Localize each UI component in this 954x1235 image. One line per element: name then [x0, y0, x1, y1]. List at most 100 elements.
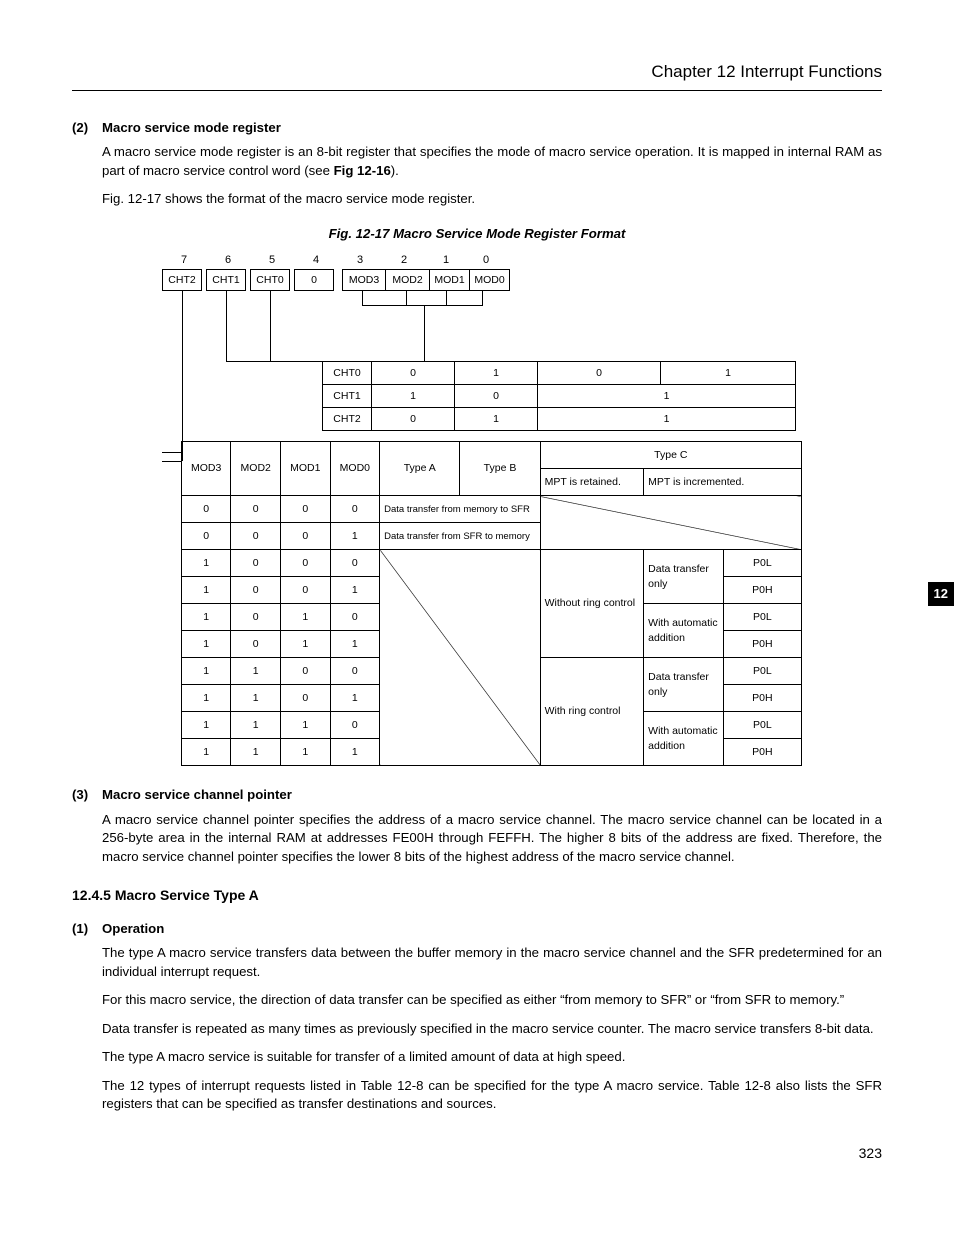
cell: Data transfer from memory to SFR	[380, 496, 541, 523]
chapter-header: Chapter 12 Interrupt Functions	[72, 60, 882, 84]
cell: 0	[231, 631, 281, 658]
cell: 1	[330, 631, 380, 658]
cell: MOD0	[330, 442, 380, 496]
cell: 1	[181, 604, 231, 631]
bitnum: 5	[250, 253, 294, 269]
cell: 0	[330, 550, 380, 577]
cell: 0	[281, 577, 331, 604]
cell: 0	[231, 523, 281, 550]
bitnum: 4	[294, 253, 338, 269]
section-num: (3)	[72, 786, 102, 804]
cell: 1	[455, 362, 538, 385]
op-para4: The type A macro service is suitable for…	[102, 1048, 882, 1066]
cell: 1	[281, 739, 331, 766]
bit-cell: MOD1	[430, 269, 470, 291]
cell: 0	[538, 362, 661, 385]
cell: Data transfer only	[644, 550, 724, 604]
cell: 0	[281, 496, 331, 523]
table-row: CHT0 0 1 0 1	[323, 362, 796, 385]
bitnum: 1	[426, 253, 466, 269]
table-row: 1 0 0 0 Without ring control Data transf…	[181, 550, 801, 577]
page-number: 323	[72, 1144, 882, 1164]
cell: MPT is retained.	[540, 469, 644, 496]
table-row: CHT2 0 1 1	[323, 408, 796, 431]
cell: MPT is incremented.	[644, 469, 802, 496]
figure-12-17: 7 6 5 4 3 2 1 0 CHT2 CHT1 CHT0 0 MOD3 MO…	[162, 253, 802, 766]
wire-area	[162, 291, 802, 361]
cell: 1	[372, 385, 455, 408]
cell: 1	[330, 523, 380, 550]
cell: 1	[181, 577, 231, 604]
cell: 0	[281, 685, 331, 712]
bit-cell: CHT0	[250, 269, 290, 291]
cell: CHT0	[323, 362, 372, 385]
sec2-para2: Fig. 12-17 shows the format of the macro…	[102, 190, 882, 208]
section-title: Macro service channel pointer	[102, 786, 292, 804]
cell: 1	[231, 712, 281, 739]
cell: 1	[330, 577, 380, 604]
header-rule	[72, 90, 882, 91]
cell: P0H	[723, 685, 801, 712]
cell: 1	[181, 658, 231, 685]
mod-table: MOD3 MOD2 MOD1 MOD0 Type A Type B Type C…	[181, 441, 802, 766]
op-para5: The 12 types of interrupt requests liste…	[102, 1077, 882, 1114]
bit-cell: MOD0	[470, 269, 510, 291]
cell: 0	[372, 362, 455, 385]
cell: 0	[231, 550, 281, 577]
cell: 0	[281, 523, 331, 550]
cell: 0	[330, 604, 380, 631]
cell: P0H	[723, 577, 801, 604]
cht-table: CHT0 0 1 0 1 CHT1 1 0 1 CHT2 0 1 1	[322, 361, 796, 431]
cell: CHT1	[323, 385, 372, 408]
cell: With automatic addition	[644, 604, 724, 658]
cell: 1	[181, 739, 231, 766]
table-row: CHT1 1 0 1	[323, 385, 796, 408]
cell: 0	[372, 408, 455, 431]
bit-cell: MOD3	[342, 269, 386, 291]
cell: 1	[330, 685, 380, 712]
cell: 0	[281, 658, 331, 685]
text: ).	[391, 163, 399, 178]
bitnum: 2	[382, 253, 426, 269]
cell: P0H	[723, 739, 801, 766]
cell: Type B	[460, 442, 540, 496]
cell: Type A	[380, 442, 460, 496]
cell: 1	[281, 604, 331, 631]
section-num: (2)	[72, 119, 102, 137]
bitnum: 3	[338, 253, 382, 269]
cell: 1	[181, 550, 231, 577]
section-num: (1)	[72, 920, 102, 938]
cell: 1	[281, 712, 331, 739]
bit-cell: MOD2	[386, 269, 430, 291]
cell: 1	[330, 739, 380, 766]
cell: Data transfer from SFR to memory	[380, 523, 541, 550]
section-3-heading: (3) Macro service channel pointer	[72, 786, 882, 804]
cell: P0H	[723, 631, 801, 658]
text: A macro service mode register is an 8-bi…	[102, 144, 882, 177]
bitnum: 6	[206, 253, 250, 269]
cell: CHT2	[323, 408, 372, 431]
bitnum: 7	[162, 253, 206, 269]
section-2-heading: (2) Macro service mode register	[72, 119, 882, 137]
cell: 0	[231, 496, 281, 523]
bit-numbers: 7 6 5 4 3 2 1 0	[162, 253, 802, 269]
bit-cell: 0	[294, 269, 334, 291]
cell: 0	[181, 496, 231, 523]
cell: 0	[181, 523, 231, 550]
diagonal-cell	[380, 550, 541, 766]
cell: MOD1	[281, 442, 331, 496]
cell: Without ring control	[540, 550, 644, 658]
section-title: Operation	[102, 920, 164, 938]
cell: P0L	[723, 712, 801, 739]
cell: With automatic addition	[644, 712, 724, 766]
cell: 1	[231, 739, 281, 766]
subsection-1245-heading: 12.4.5 Macro Service Type A	[72, 886, 882, 906]
cell: 0	[281, 550, 331, 577]
cell: 0	[455, 385, 538, 408]
cell: 1	[455, 408, 538, 431]
cell: P0L	[723, 550, 801, 577]
cell: Type C	[540, 442, 801, 469]
cell: 0	[231, 577, 281, 604]
section-title: Macro service mode register	[102, 119, 281, 137]
cell: 0	[330, 712, 380, 739]
